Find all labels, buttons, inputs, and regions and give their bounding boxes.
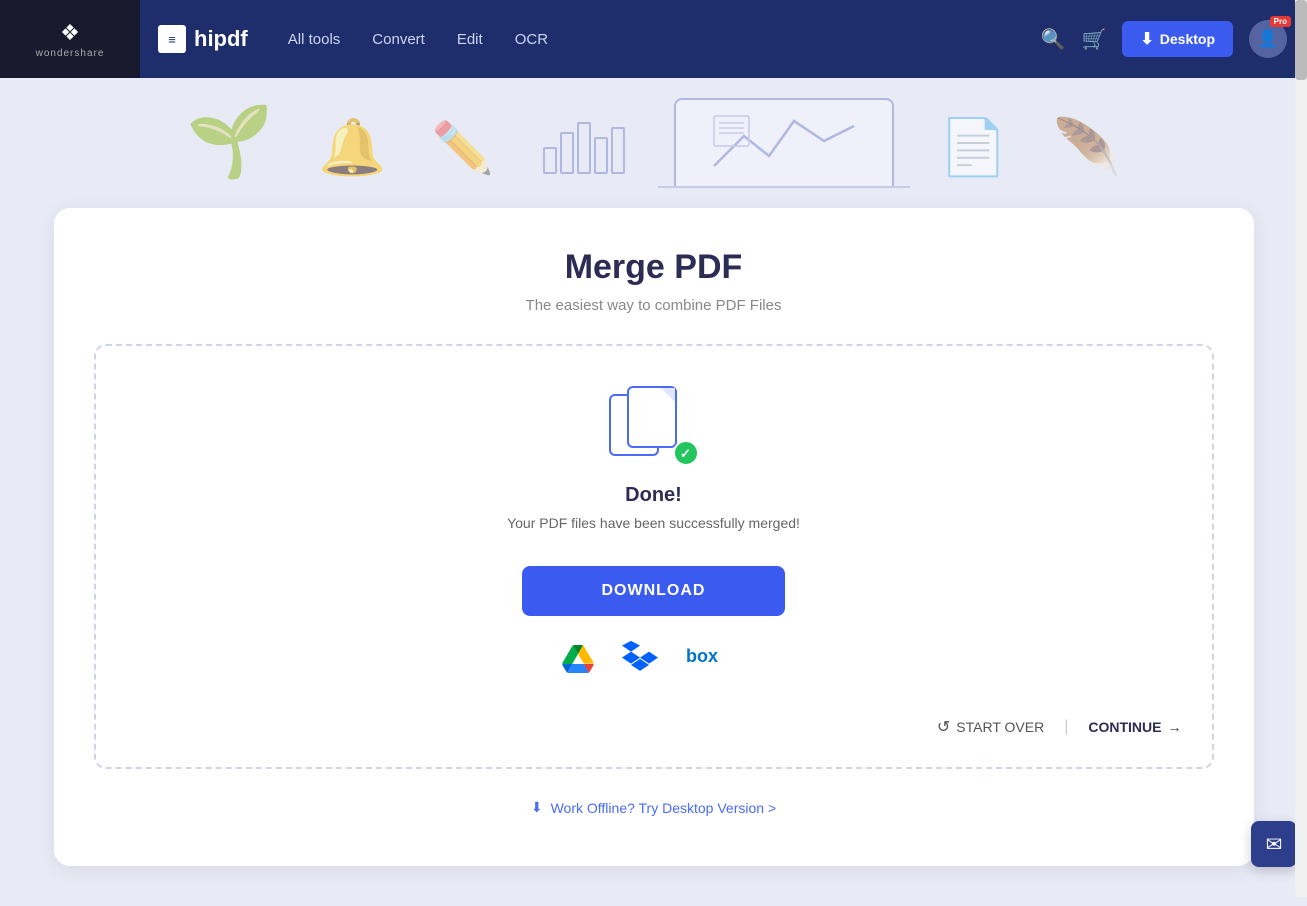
offline-bar[interactable]: ⬇ Work Offline? Try Desktop Version > — [94, 799, 1214, 816]
hipdf-icon-letter: ≡ — [168, 32, 176, 47]
nav-convert[interactable]: Convert — [372, 31, 425, 48]
offline-icon: ⬇ — [531, 799, 543, 816]
page-title: Merge PDF — [94, 248, 1214, 287]
check-icon: ✓ — [680, 447, 691, 460]
nav-all-tools[interactable]: All tools — [288, 31, 341, 48]
download-button[interactable]: DOWNLOAD — [522, 566, 786, 616]
deco-doc: 📄 — [939, 115, 1007, 188]
divider: | — [1064, 718, 1068, 736]
done-message: Your PDF files have been successfully me… — [507, 515, 800, 531]
continue-label: CONTINUE — [1088, 719, 1161, 735]
start-over-icon: ↺ — [937, 717, 950, 737]
done-title: Done! — [625, 484, 682, 507]
brand-logo: ❖ wondershare — [0, 0, 140, 78]
deco-chart — [539, 108, 629, 183]
chat-button[interactable]: ✉ — [1251, 821, 1297, 867]
drop-area: ✓ Done! Your PDF files have been success… — [94, 344, 1214, 769]
desktop-btn-label: Desktop — [1160, 31, 1215, 47]
continue-arrow: → — [1168, 719, 1182, 735]
nav-links: All tools Convert Edit OCR — [288, 31, 1041, 48]
doc-front — [627, 386, 677, 448]
box-icon[interactable]: box — [686, 642, 746, 675]
success-icon: ✓ — [609, 386, 699, 466]
deco-laptop — [674, 98, 894, 188]
continue-button[interactable]: CONTINUE → — [1088, 719, 1181, 735]
page-subtitle: The easiest way to combine PDF Files — [94, 297, 1214, 314]
hipdf-icon-box: ≡ — [158, 25, 186, 53]
search-button[interactable]: 🔍 — [1041, 27, 1066, 52]
pro-badge: Pro — [1270, 16, 1291, 27]
offline-label: Work Offline? Try Desktop Version > — [551, 800, 777, 816]
main-content: Merge PDF The easiest way to combine PDF… — [0, 188, 1307, 906]
svg-text:box: box — [686, 646, 718, 666]
deco-plant: 🌱 — [186, 101, 273, 188]
action-row: ↺ START OVER | CONTINUE → — [126, 707, 1182, 737]
scrollbar-thumb[interactable] — [1295, 0, 1307, 80]
wondershare-text: wondershare — [36, 48, 105, 59]
deco-lamp: 🔔 — [318, 115, 386, 188]
hero-banner: 🌱 🔔 ✏️ — [0, 78, 1307, 188]
doc-front-fold — [661, 388, 675, 402]
start-over-label: START OVER — [956, 719, 1044, 735]
check-badge: ✓ — [673, 440, 699, 466]
navbar-actions: 🔍 🛒 ⬇ Desktop 👤 Pro — [1041, 20, 1287, 58]
scrollbar[interactable] — [1295, 0, 1307, 897]
main-card: Merge PDF The easiest way to combine PDF… — [54, 208, 1254, 866]
hipdf-logo-text: hipdf — [194, 26, 248, 52]
nav-edit[interactable]: Edit — [457, 31, 483, 48]
cart-button[interactable]: 🛒 — [1081, 27, 1106, 52]
cloud-storage-icons: box — [562, 640, 746, 677]
google-drive-icon[interactable] — [562, 645, 594, 673]
hero-inner: 🌱 🔔 ✏️ — [104, 78, 1204, 188]
start-over-button[interactable]: ↺ START OVER — [937, 717, 1044, 737]
nav-ocr[interactable]: OCR — [515, 31, 548, 48]
deco-pencil: ✏️ — [432, 119, 494, 188]
wondershare-icon: ❖ — [60, 20, 80, 46]
desktop-button[interactable]: ⬇ Desktop — [1122, 21, 1233, 57]
desktop-icon: ⬇ — [1140, 29, 1153, 49]
avatar[interactable]: 👤 Pro — [1249, 20, 1287, 58]
navbar: ❖ wondershare ≡ hipdf All tools Convert … — [0, 0, 1307, 78]
hipdf-logo: ≡ hipdf — [158, 25, 248, 53]
dropbox-icon[interactable] — [622, 640, 658, 677]
deco-quill: 🪶 — [1053, 115, 1121, 188]
